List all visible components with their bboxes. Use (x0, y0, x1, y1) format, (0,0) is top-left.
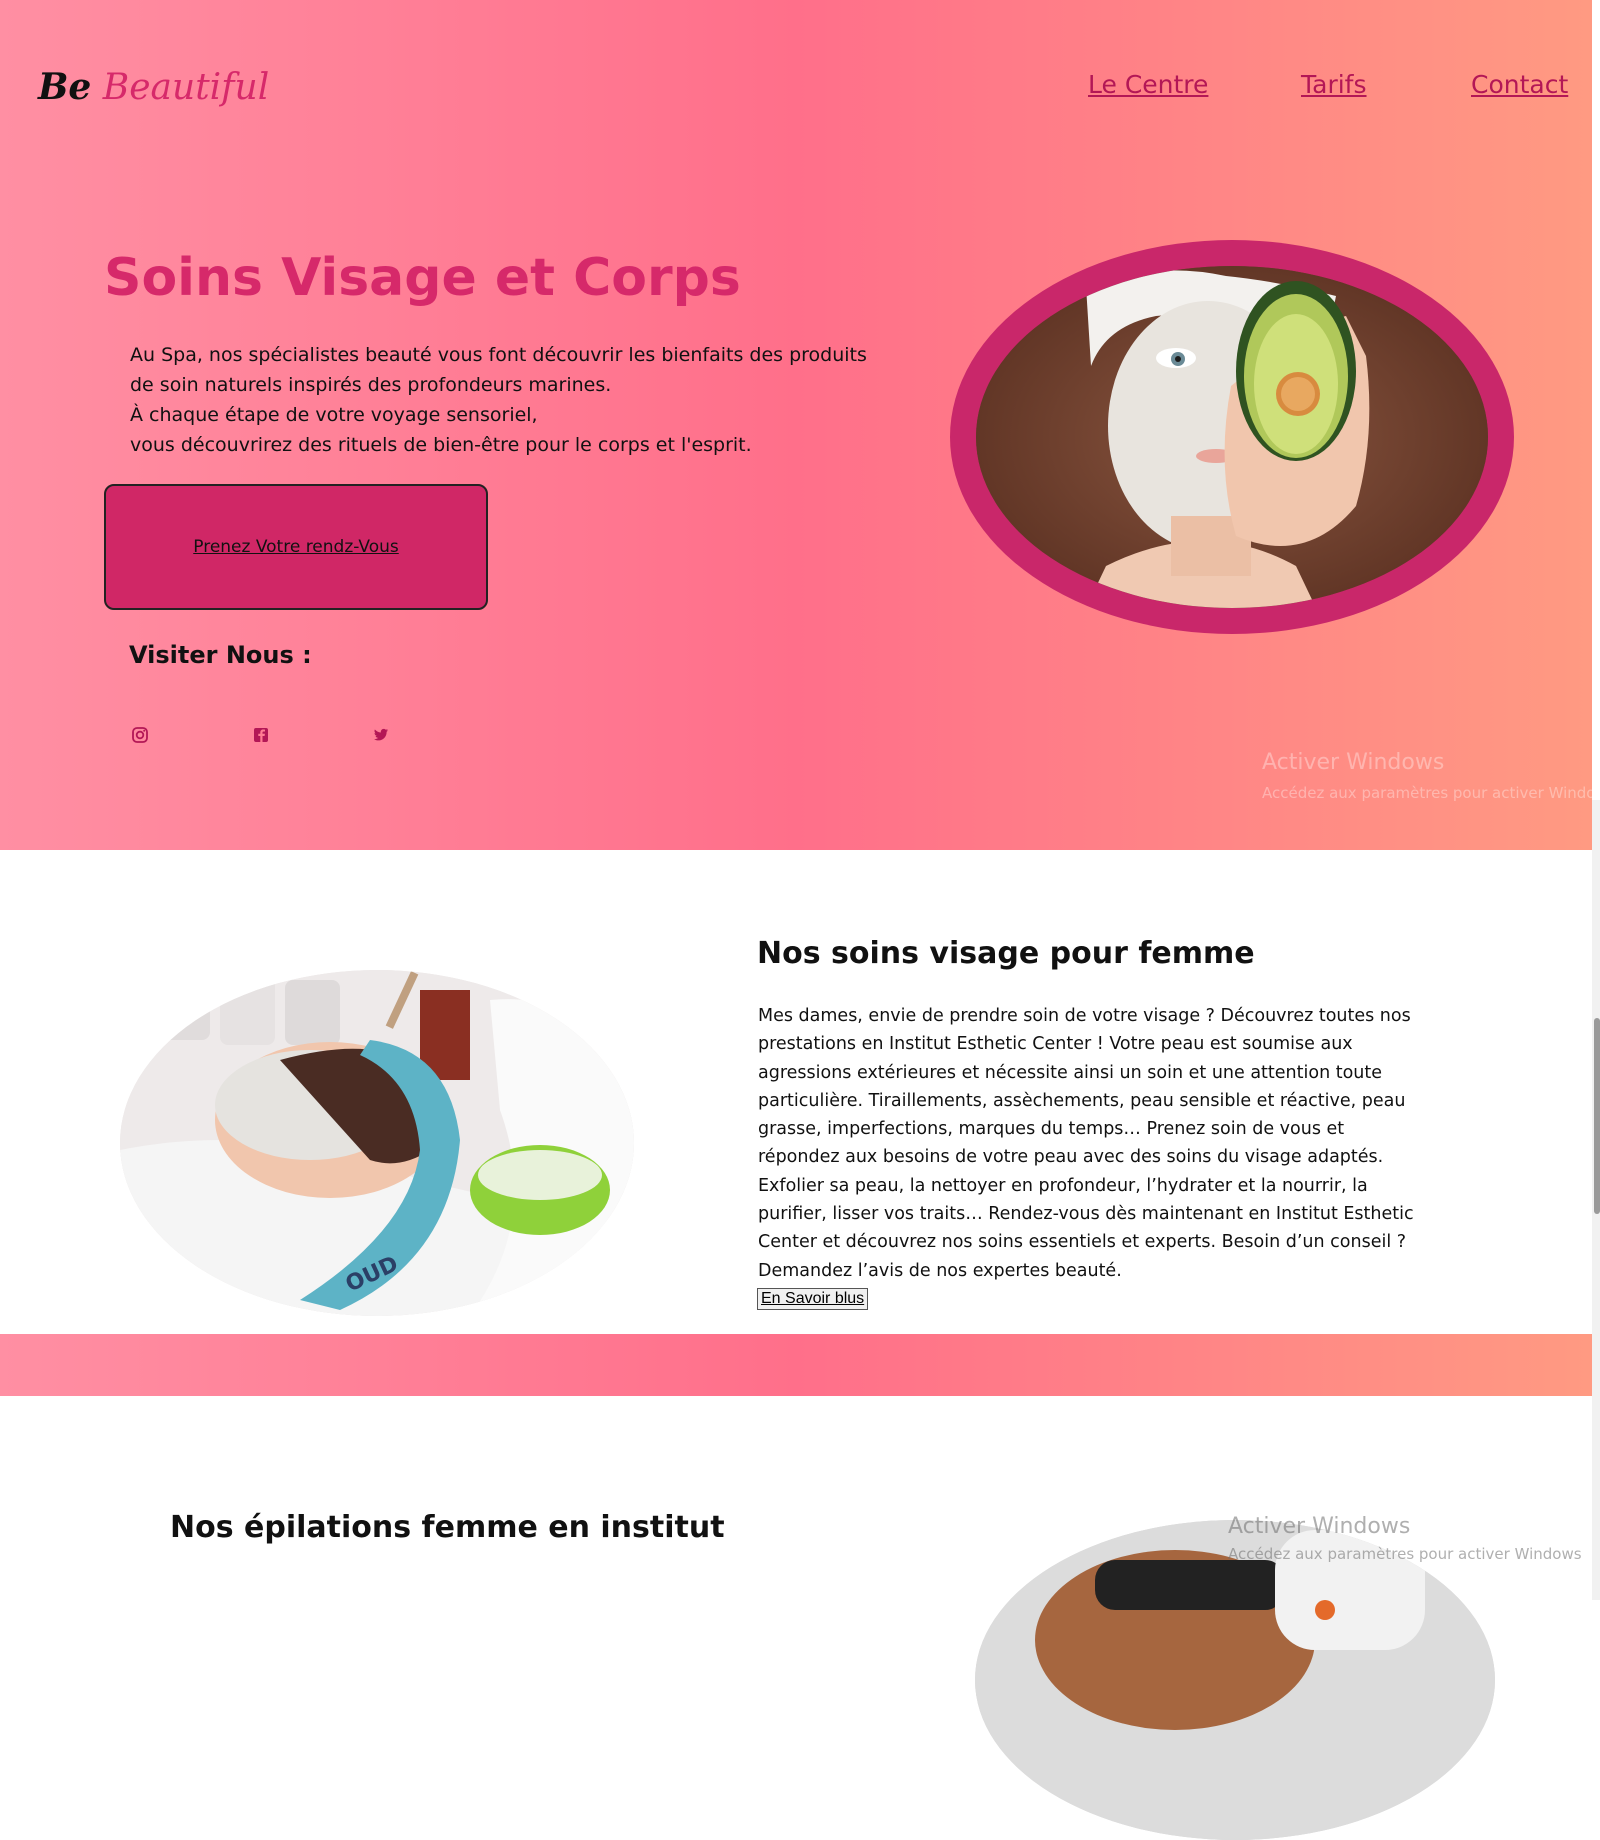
hero-image (976, 266, 1488, 608)
facial-care-title: Nos soins visage pour femme (757, 936, 1255, 971)
instagram-icon[interactable] (131, 726, 149, 744)
facial-treatment-image: OUD (120, 970, 634, 1316)
nav-link-contact[interactable]: Contact (1471, 70, 1568, 99)
windows-watermark-title: Activer Windows (1262, 750, 1445, 775)
hero-line: vous découvrirez des rituels de bien-êtr… (130, 434, 752, 456)
divider-band (0, 1334, 1592, 1396)
windows-watermark-subtitle: Accédez aux paramètres pour activer Wind… (1262, 784, 1600, 802)
logo-be: Be (38, 66, 92, 108)
laser-treatment-illustration (975, 1520, 1495, 1840)
visit-heading: Visiter Nous : (129, 641, 312, 669)
face-mask-avocado-illustration (976, 266, 1488, 608)
hero-line: Au Spa, nos spécialistes beauté vous fon… (130, 344, 867, 366)
scrollbar-thumb[interactable] (1594, 1018, 1600, 1214)
hero-line: À chaque étape de votre voyage sensoriel… (130, 404, 538, 426)
windows-watermark-title-2: Activer Windows (1228, 1514, 1411, 1539)
waxing-title: Nos épilations femme en institut (170, 1510, 725, 1545)
hero-line: de soin naturels inspirés des profondeur… (130, 374, 612, 396)
twitter-icon[interactable] (372, 726, 390, 744)
facial-treatment-illustration: OUD (120, 970, 634, 1316)
nav-link-le-centre[interactable]: Le Centre (1088, 70, 1208, 99)
nav-link-tarifs[interactable]: Tarifs (1301, 70, 1367, 99)
appointment-button[interactable]: Prenez Votre rendz-Vous (104, 484, 488, 610)
facebook-icon[interactable] (252, 726, 270, 744)
learn-more-button[interactable]: En Savoir blus (757, 1288, 869, 1310)
logo-beautiful: Beautiful (102, 67, 270, 108)
waxing-image (975, 1520, 1495, 1840)
logo[interactable]: Be Beautiful (38, 66, 269, 108)
hero-description: Au Spa, nos spécialistes beauté vous fon… (130, 340, 890, 460)
windows-watermark-subtitle-2: Accédez aux paramètres pour activer Wind… (1228, 1545, 1582, 1563)
hero-title: Soins Visage et Corps (104, 248, 741, 308)
facial-care-description: Mes dames, envie de prendre soin de votr… (758, 1006, 1414, 1281)
